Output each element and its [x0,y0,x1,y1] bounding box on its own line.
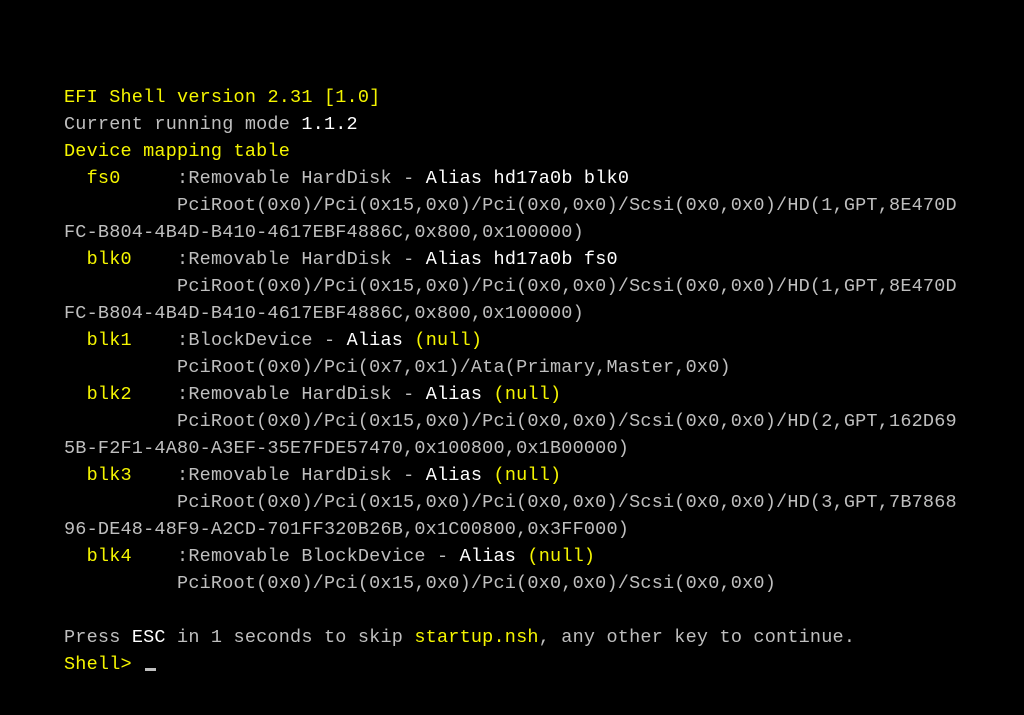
device-desc: Removable HardDisk [188,465,391,486]
efi-shell-version-a: 2.31 [267,87,312,108]
device-path-line: PciRoot(0x0)/Pci(0x15,0x0)/Pci(0x0,0x0)/… [64,408,1024,435]
device-path-cont: FC-B804-4B4D-B410-4617EBF4886C,0x800,0x1… [64,222,584,243]
colon: : [177,546,188,567]
device-path: PciRoot(0x0)/Pci(0x7,0x1)/Ata(Primary,Ma… [64,357,731,378]
press-mid: in 1 seconds to skip [166,627,415,648]
dash: - [313,330,347,351]
blank-line [64,597,1024,624]
alias-label: Alias [347,330,404,351]
alias-value: (null) [494,384,562,405]
device-path-line: PciRoot(0x0)/Pci(0x15,0x0)/Pci(0x0,0x0)/… [64,192,1024,219]
shell-prompt-line: Shell> [64,651,1024,678]
device-path-line-cont: FC-B804-4B4D-B410-4617EBF4886C,0x800,0x1… [64,300,1024,327]
space [482,465,493,486]
device-name: blk1 [64,330,177,351]
press-prefix: Press [64,627,132,648]
colon: : [177,330,188,351]
device-path-cont: FC-B804-4B4D-B410-4617EBF4886C,0x800,0x1… [64,303,584,324]
device-entry-header: blk4 :Removable BlockDevice - Alias (nul… [64,543,1024,570]
efi-shell-version-b: [1.0] [313,87,381,108]
dash: - [392,384,426,405]
device-name: blk4 [64,546,177,567]
device-mapping-label: Device mapping table [64,141,290,162]
colon: : [177,465,188,486]
colon: : [177,249,188,270]
device-name: blk2 [64,384,177,405]
dash: - [426,546,460,567]
device-entry-header: blk3 :Removable HardDisk - Alias (null) [64,462,1024,489]
space [482,168,493,189]
device-path: PciRoot(0x0)/Pci(0x15,0x0)/Pci(0x0,0x0)/… [64,411,957,432]
header-line-1: EFI Shell version 2.31 [1.0] [64,84,1024,111]
device-path-line: PciRoot(0x0)/Pci(0x15,0x0)/Pci(0x0,0x0)/… [64,273,1024,300]
device-path-line-cont: 96-DE48-48F9-A2CD-701FF320B26B,0x1C00800… [64,516,1024,543]
alias-label: Alias [426,249,483,270]
device-path-line: PciRoot(0x0)/Pci(0x15,0x0)/Pci(0x0,0x0)/… [64,570,1024,597]
device-path-line: PciRoot(0x0)/Pci(0x15,0x0)/Pci(0x0,0x0)/… [64,489,1024,516]
device-path: PciRoot(0x0)/Pci(0x15,0x0)/Pci(0x0,0x0)/… [64,276,957,297]
running-mode-value: 1.1.2 [301,114,358,135]
space [403,330,414,351]
device-path-line: PciRoot(0x0)/Pci(0x7,0x1)/Ata(Primary,Ma… [64,354,1024,381]
press-esc-line: Press ESC in 1 seconds to skip startup.n… [64,624,1024,651]
device-name: blk3 [64,465,177,486]
device-path-line-cont: FC-B804-4B4D-B410-4617EBF4886C,0x800,0x1… [64,219,1024,246]
cursor[interactable] [145,668,156,671]
header-line-2: Current running mode 1.1.2 [64,111,1024,138]
space [482,249,493,270]
device-path-cont: 96-DE48-48F9-A2CD-701FF320B26B,0x1C00800… [64,519,629,540]
dash: - [392,249,426,270]
device-entry-header: fs0 :Removable HardDisk - Alias hd17a0b … [64,165,1024,192]
device-name: blk0 [64,249,177,270]
alias-value: hd17a0b fs0 [494,249,618,270]
efi-shell-title: EFI Shell version [64,87,267,108]
device-entry-header: blk1 :BlockDevice - Alias (null) [64,327,1024,354]
space [482,384,493,405]
running-mode-label: Current running mode [64,114,301,135]
blank [64,600,75,621]
device-path: PciRoot(0x0)/Pci(0x15,0x0)/Pci(0x0,0x0)/… [64,195,957,216]
header-line-3: Device mapping table [64,138,1024,165]
device-desc: Removable HardDisk [188,384,391,405]
alias-label: Alias [426,465,483,486]
dash: - [392,465,426,486]
shell-prompt[interactable]: Shell> [64,654,143,675]
alias-label: Alias [460,546,517,567]
press-suffix: , any other key to continue. [539,627,855,648]
alias-label: Alias [426,168,483,189]
dash: - [392,168,426,189]
device-path-cont: 5B-F2F1-4A80-A3EF-35E7FDE57470,0x100800,… [64,438,629,459]
alias-value: (null) [527,546,595,567]
device-entry-header: blk2 :Removable HardDisk - Alias (null) [64,381,1024,408]
device-path: PciRoot(0x0)/Pci(0x15,0x0)/Pci(0x0,0x0)/… [64,573,776,594]
esc-key: ESC [132,627,166,648]
device-path-line-cont: 5B-F2F1-4A80-A3EF-35E7FDE57470,0x100800,… [64,435,1024,462]
alias-value: hd17a0b blk0 [494,168,630,189]
device-entry-header: blk0 :Removable HardDisk - Alias hd17a0b… [64,246,1024,273]
alias-value: (null) [414,330,482,351]
colon: : [177,384,188,405]
alias-value: (null) [494,465,562,486]
device-path: PciRoot(0x0)/Pci(0x15,0x0)/Pci(0x0,0x0)/… [64,492,957,513]
device-desc: Removable HardDisk [188,168,391,189]
device-name: fs0 [64,168,177,189]
device-desc: Removable HardDisk [188,249,391,270]
device-desc: BlockDevice [188,330,312,351]
device-desc: Removable BlockDevice [188,546,425,567]
space [516,546,527,567]
startup-nsh: startup.nsh [414,627,538,648]
alias-label: Alias [426,384,483,405]
colon: : [177,168,188,189]
